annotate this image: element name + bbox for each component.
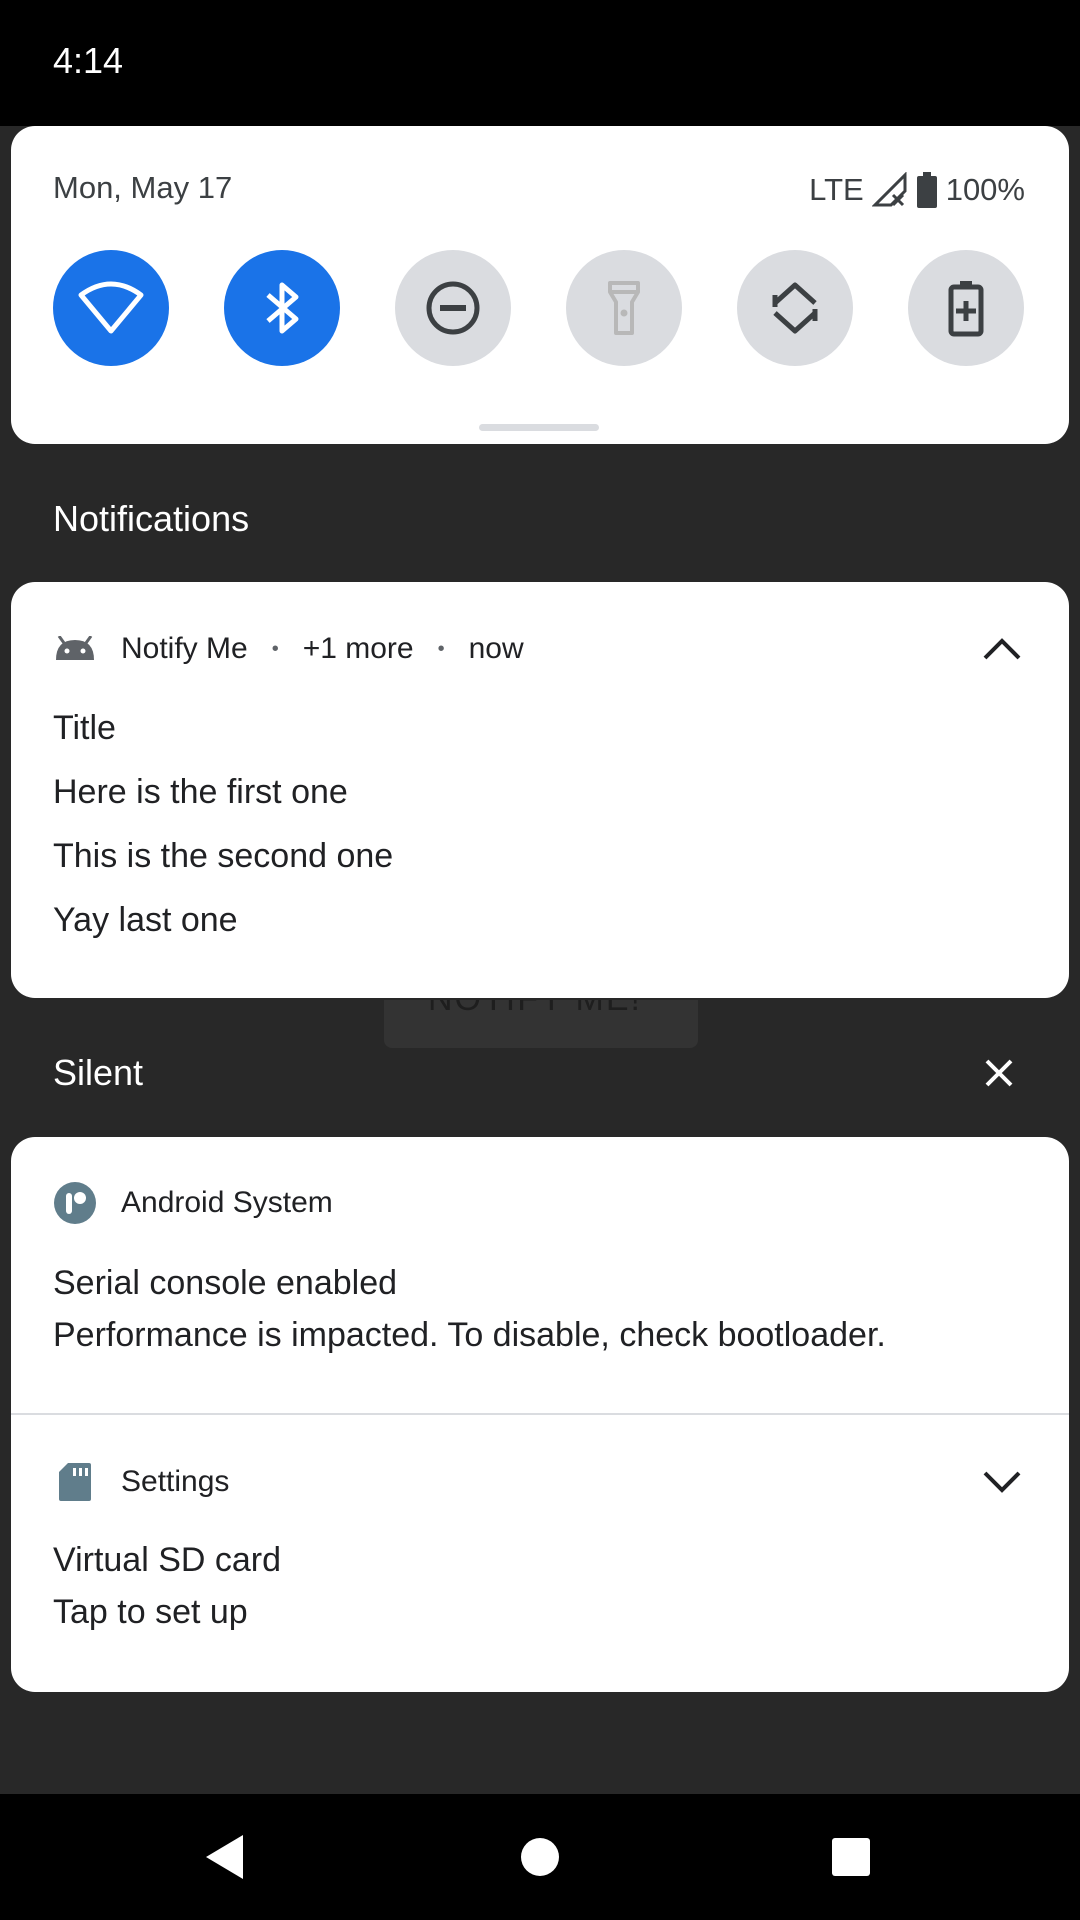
battery-saver-tile[interactable]: [908, 250, 1024, 366]
do-not-disturb-icon: [426, 281, 480, 335]
notification-title: Serial console enabled: [53, 1264, 398, 1302]
header-separator: •: [271, 637, 279, 660]
notification-text: Tap to set up: [53, 1593, 248, 1631]
notification-header: Android System: [53, 1178, 333, 1228]
silent-section-header: Silent: [53, 1052, 144, 1093]
home-circle-icon: [521, 1838, 559, 1876]
signal-no-service-icon: [871, 172, 908, 208]
wifi-icon: [78, 281, 144, 334]
battery-saver-icon: [948, 281, 984, 337]
recents-button[interactable]: [818, 1824, 884, 1890]
notification-app-name: Android System: [121, 1186, 333, 1219]
qs-status-icons: LTE 100%: [809, 170, 1025, 210]
notification-line: Here is the first one: [53, 773, 348, 811]
clear-silent-button[interactable]: [982, 1056, 1016, 1090]
status-clock: 4:14: [53, 40, 124, 81]
flashlight-tile[interactable]: [566, 250, 682, 366]
panel-drag-handle[interactable]: [479, 424, 599, 431]
notification-header: Notify Me • +1 more • now: [53, 624, 524, 674]
notify-me-notification[interactable]: Notify Me • +1 more • now Title Here is …: [11, 582, 1069, 998]
status-bar: 4:14: [0, 0, 1080, 126]
auto-rotate-tile[interactable]: [737, 250, 853, 366]
notification-text: Performance is impacted. To disable, che…: [53, 1316, 886, 1354]
bluetooth-icon: [266, 282, 299, 334]
sd-card-icon: [53, 1460, 97, 1504]
back-triangle-icon: [206, 1835, 243, 1879]
notification-app-name: Notify Me: [121, 632, 248, 665]
do-not-disturb-tile[interactable]: [395, 250, 511, 366]
notification-line: Title: [53, 709, 116, 747]
back-button[interactable]: [192, 1824, 258, 1890]
bluetooth-tile[interactable]: [224, 250, 340, 366]
expand-button[interactable]: [979, 1459, 1025, 1505]
notification-divider: [11, 1413, 1069, 1415]
quick-settings-tiles: [53, 250, 1027, 366]
flashlight-icon: [608, 281, 640, 335]
header-separator: •: [437, 637, 445, 660]
network-type: LTE: [809, 172, 864, 207]
battery-icon: [916, 172, 938, 208]
chevron-down-icon: [983, 1471, 1021, 1493]
notification-header: Settings: [53, 1457, 229, 1507]
wifi-tile[interactable]: [53, 250, 169, 366]
chevron-up-icon: [983, 638, 1021, 660]
android-robot-icon: [53, 627, 97, 671]
background-app-button: NOTIFY ME!: [384, 1000, 698, 1048]
background-app-button-label: NOTIFY ME!: [428, 1000, 642, 1019]
notification-line: Yay last one: [53, 901, 238, 939]
collapse-button[interactable]: [979, 626, 1025, 672]
qs-date[interactable]: Mon, May 17: [53, 170, 232, 206]
notifications-section-header: Notifications: [53, 498, 250, 539]
quick-settings-panel: Mon, May 17 LTE 100%: [11, 126, 1069, 444]
notification-app-name: Settings: [121, 1465, 230, 1498]
navigation-bar: [0, 1794, 1080, 1920]
notification-more-count: +1 more: [302, 632, 414, 665]
auto-rotate-icon: [772, 282, 818, 334]
close-icon: [985, 1059, 1013, 1087]
notification-line: This is the second one: [53, 837, 394, 875]
battery-percent: 100%: [945, 172, 1025, 207]
home-button[interactable]: [507, 1824, 573, 1890]
notification-time: now: [468, 632, 524, 665]
android-system-icon: [53, 1181, 97, 1225]
silent-notifications-card: Android System Serial console enabled Pe…: [11, 1137, 1069, 1692]
recents-square-icon: [832, 1838, 870, 1876]
notification-title: Virtual SD card: [53, 1541, 282, 1579]
